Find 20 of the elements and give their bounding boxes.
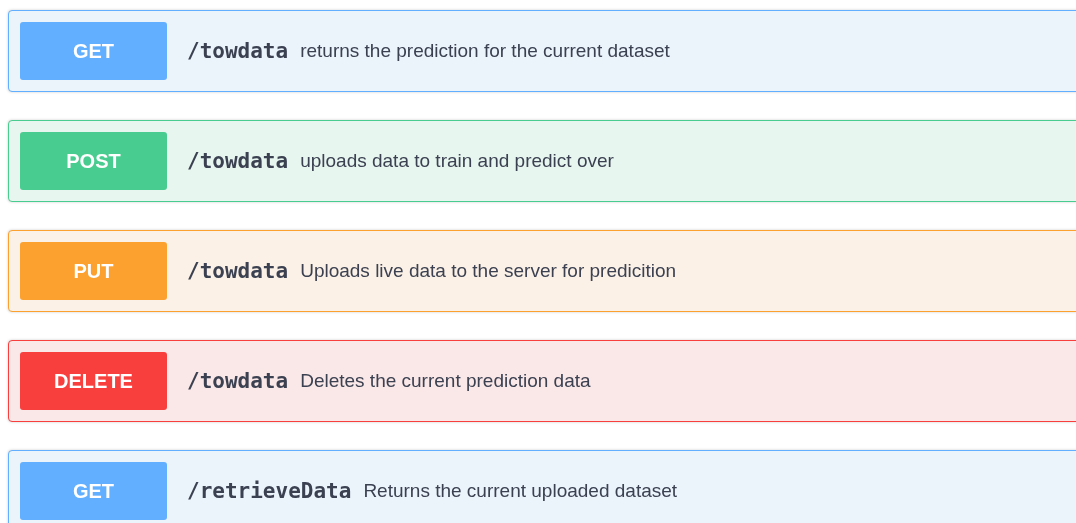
endpoint-path: /towdata xyxy=(187,259,289,283)
operation-row[interactable]: GET /retrieveData Returns the current uploaded dataset xyxy=(8,450,1076,523)
method-badge: POST xyxy=(20,132,167,190)
endpoint-description: Deletes the current prediction data xyxy=(300,370,591,392)
operation-row[interactable]: GET /towdata returns the prediction for the current dataset xyxy=(8,10,1076,92)
operation-row[interactable]: DELETE /towdata Deletes the current prediction data xyxy=(8,340,1076,422)
endpoint-path: /towdata xyxy=(187,149,289,173)
endpoint-description: Returns the current uploaded dataset xyxy=(363,480,678,502)
endpoint-description: Uploads live data to the server for predicition xyxy=(300,260,677,282)
method-badge: PUT xyxy=(20,242,167,300)
endpoint-description: returns the prediction for the current dataset xyxy=(300,40,670,62)
operation-row[interactable]: PUT /towdata Uploads live data to the server for predicition xyxy=(8,230,1076,312)
method-badge: GET xyxy=(20,22,167,80)
endpoint-path: /retrieveData xyxy=(187,479,352,503)
method-badge: GET xyxy=(20,462,167,520)
method-badge: DELETE xyxy=(20,352,167,410)
operation-row[interactable]: POST /towdata uploads data to train and predict over xyxy=(8,120,1076,202)
endpoint-path: /towdata xyxy=(187,369,289,393)
endpoint-path: /towdata xyxy=(187,39,289,63)
endpoint-description: uploads data to train and predict over xyxy=(300,150,614,172)
